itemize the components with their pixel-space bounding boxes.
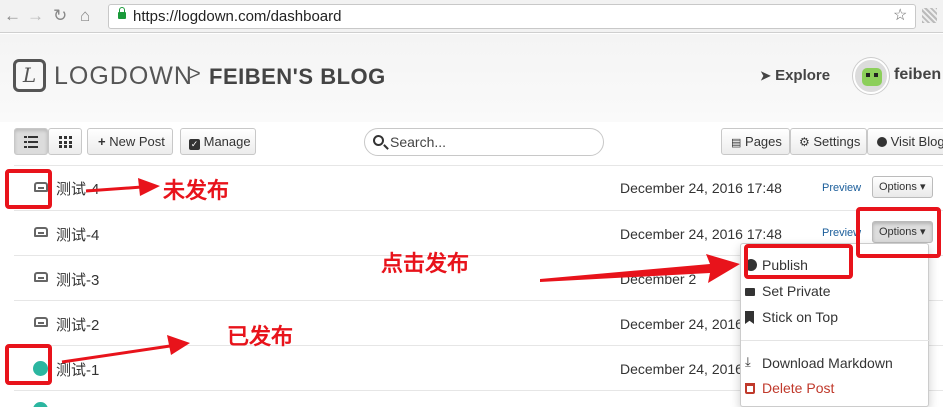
download-markdown-label: Download Markdown (762, 355, 893, 371)
list-icon (24, 136, 38, 148)
pages-button[interactable]: ▤ Pages (721, 128, 790, 155)
explore-label: Explore (775, 67, 831, 84)
blog-name[interactable]: FEIBEN'S BLOG (209, 64, 386, 90)
gear-icon: ⚙ (799, 135, 810, 149)
lock-icon (118, 7, 126, 19)
trash-icon (745, 383, 755, 394)
published-globe-icon (33, 402, 48, 407)
forward-arrow-icon[interactable]: → (27, 6, 44, 26)
breadcrumb-separator: > (189, 63, 201, 85)
post-title[interactable]: 测试-3 (56, 269, 99, 290)
stick-on-top-menu-item[interactable]: Stick on Top (745, 309, 839, 325)
draft-inbox-icon (34, 272, 48, 282)
post-title[interactable]: 测试-4 (56, 224, 99, 245)
reload-icon[interactable]: ↻ (53, 6, 67, 26)
globe-icon (877, 137, 887, 147)
new-post-label: New Post (109, 134, 165, 149)
logo-icon[interactable]: L (13, 59, 46, 92)
settings-label: Settings (813, 134, 861, 149)
explore-link[interactable]: ➤ Explore (760, 67, 830, 84)
set-private-menu-item[interactable]: Set Private (745, 283, 831, 299)
logo-letter: L (22, 63, 37, 87)
lock-icon (745, 288, 755, 296)
settings-button[interactable]: ⚙ Settings (790, 128, 867, 155)
search-input[interactable]: Search... (364, 128, 604, 156)
post-date: December 24, 2016 17:48 (620, 226, 782, 242)
download-icon: ⤓ (745, 354, 751, 369)
highlight-options-button (856, 207, 941, 258)
annotation-click-publish: 点击发布 (381, 252, 470, 277)
draft-inbox-icon (34, 227, 48, 237)
manage-button[interactable]: ✓ Manage (180, 128, 256, 155)
search-icon (373, 135, 384, 146)
bookmark-icon (745, 311, 754, 324)
username[interactable]: feiben (894, 66, 941, 84)
post-title[interactable]: 测试-1 (56, 359, 99, 380)
visit-blog-button[interactable]: Visit Blog (867, 128, 943, 155)
download-markdown-menu-item[interactable]: ⤓ Download Markdown (745, 354, 893, 371)
new-post-button[interactable]: + New Post (87, 128, 173, 155)
draft-inbox-icon (34, 317, 48, 327)
post-title[interactable]: 测试-4 (56, 178, 99, 199)
url-text: https://logdown.com/dashboard (133, 8, 342, 25)
avatar[interactable] (853, 58, 889, 94)
manage-label: Manage (203, 134, 251, 149)
back-arrow-icon[interactable]: ← (4, 6, 21, 26)
highlight-published-icon (5, 344, 52, 385)
options-label: Options (879, 181, 917, 193)
post-date: December 2 (620, 271, 697, 287)
post-title[interactable]: 测试-2 (56, 314, 99, 335)
app-header: L LOGDOWN > FEIBEN'S BLOG ➤ Explore feib… (0, 34, 943, 122)
browser-toolbar: ← → ↻ ⌂ https://logdown.com/dashboard ☆ (0, 0, 943, 33)
delete-post-label: Delete Post (762, 380, 835, 396)
search-placeholder: Search... (390, 134, 447, 150)
options-button[interactable]: Options ▾ (872, 176, 933, 198)
menu-divider (741, 340, 930, 341)
delete-post-menu-item[interactable]: Delete Post (745, 380, 835, 396)
sitemap-icon: ▤ (731, 137, 742, 149)
avatar-face-icon (862, 68, 882, 86)
rocket-icon: ➤ (760, 68, 771, 83)
caret-down-icon: ▾ (919, 181, 926, 193)
highlight-draft-icon (5, 169, 52, 209)
grid-icon (59, 136, 72, 148)
list-view-button[interactable] (14, 128, 48, 155)
plus-icon: + (98, 134, 106, 149)
checkbox-icon: ✓ (189, 139, 200, 150)
preview-link[interactable]: Preview (822, 182, 861, 194)
post-date: December 24, 2016 17:48 (620, 180, 782, 196)
annotation-unpublished: 未发布 (163, 179, 230, 204)
bookmark-star-icon[interactable]: ☆ (893, 5, 907, 25)
pages-label: Pages (745, 134, 782, 149)
post-row[interactable]: 测试-4 December 24, 2016 17:48 Preview Opt… (14, 165, 943, 210)
home-icon[interactable]: ⌂ (80, 6, 90, 26)
highlight-publish-item (744, 244, 853, 279)
visit-blog-label: Visit Blog (890, 134, 943, 149)
grid-view-button[interactable] (48, 128, 82, 155)
stick-on-top-label: Stick on Top (762, 309, 839, 325)
address-bar[interactable]: https://logdown.com/dashboard (108, 4, 916, 29)
set-private-label: Set Private (762, 283, 831, 299)
extension-icon[interactable] (922, 8, 937, 23)
annotation-published: 已发布 (227, 325, 294, 350)
brand-name[interactable]: LOGDOWN (54, 62, 193, 91)
